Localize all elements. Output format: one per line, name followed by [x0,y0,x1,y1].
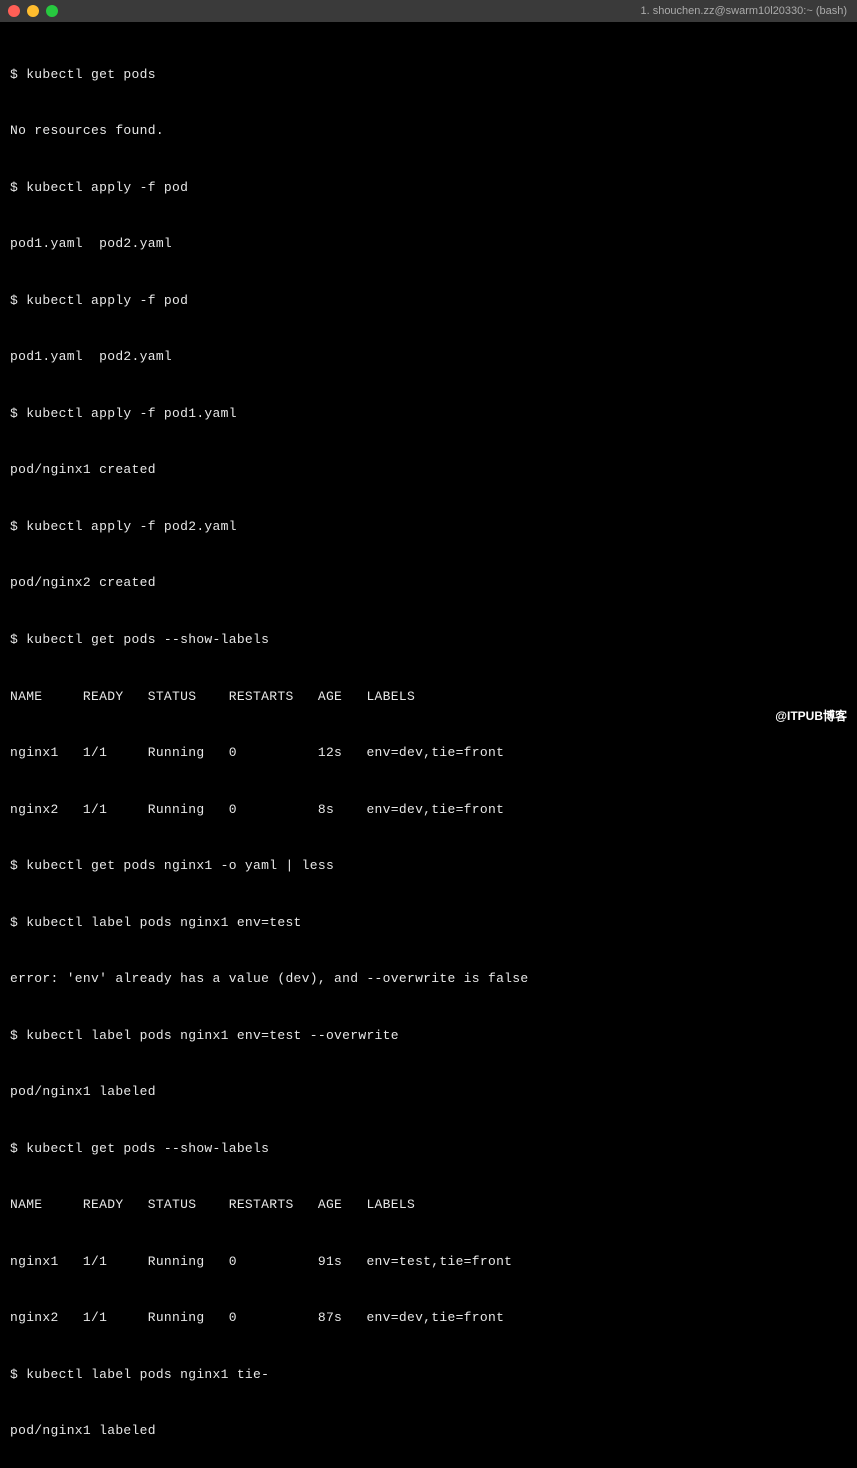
window-titlebar: 1. shouchen.zz@swarm10l20330:~ (bash) [0,0,857,22]
terminal-line: $ kubectl get pods [10,66,847,85]
terminal-line: nginx2 1/1 Running 0 8s env=dev,tie=fron… [10,801,847,820]
watermark: @ITPUB博客 [775,707,847,724]
terminal-line: pod1.yaml pod2.yaml [10,235,847,254]
maximize-icon[interactable] [46,5,58,17]
terminal-line: $ kubectl get pods --show-labels [10,631,847,650]
terminal-line: NAME READY STATUS RESTARTS AGE LABELS [10,688,847,707]
terminal-line: nginx2 1/1 Running 0 87s env=dev,tie=fro… [10,1309,847,1328]
window-title: 1. shouchen.zz@swarm10l20330:~ (bash) [640,5,847,17]
close-icon[interactable] [8,5,20,17]
terminal-line: error: 'env' already has a value (dev), … [10,970,847,989]
terminal-line: $ kubectl apply -f pod [10,179,847,198]
terminal-line: nginx1 1/1 Running 0 12s env=dev,tie=fro… [10,744,847,763]
minimize-icon[interactable] [27,5,39,17]
terminal-line: pod/nginx1 labeled [10,1083,847,1102]
terminal-output[interactable]: $ kubectl get pods No resources found. $… [0,22,857,1468]
terminal-line: $ kubectl label pods nginx1 env=test --o… [10,1027,847,1046]
terminal-line: $ kubectl label pods nginx1 tie- [10,1366,847,1385]
terminal-line: NAME READY STATUS RESTARTS AGE LABELS [10,1196,847,1215]
terminal-line: pod/nginx2 created [10,574,847,593]
terminal-line: pod/nginx1 labeled [10,1422,847,1441]
terminal-line: $ kubectl apply -f pod2.yaml [10,518,847,537]
terminal-line: pod1.yaml pod2.yaml [10,348,847,367]
terminal-line: No resources found. [10,122,847,141]
terminal-line: $ kubectl apply -f pod [10,292,847,311]
terminal-line: $ kubectl label pods nginx1 env=test [10,914,847,933]
terminal-line: nginx1 1/1 Running 0 91s env=test,tie=fr… [10,1253,847,1272]
terminal-line: pod/nginx1 created [10,461,847,480]
traffic-lights [8,5,58,17]
terminal-line: $ kubectl apply -f pod1.yaml [10,405,847,424]
terminal-line: $ kubectl get pods nginx1 -o yaml | less [10,857,847,876]
terminal-line: $ kubectl get pods --show-labels [10,1140,847,1159]
